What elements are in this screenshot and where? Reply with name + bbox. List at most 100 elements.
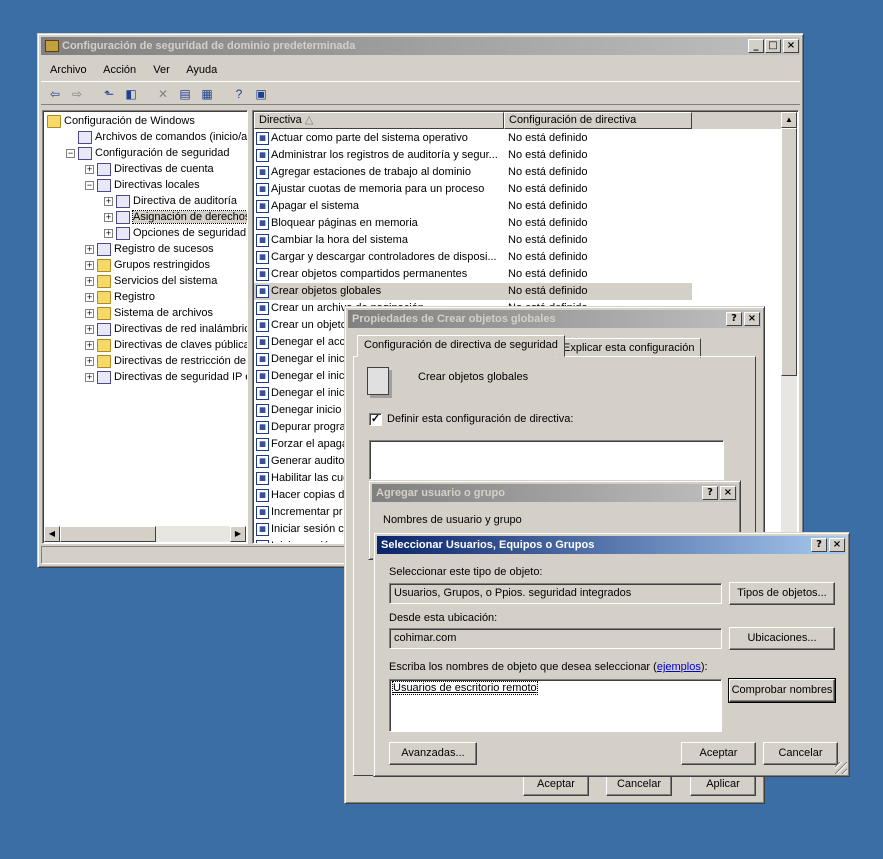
- policy-row[interactable]: ▦ Crear objetos compartidos permanentes No…: [254, 266, 774, 283]
- expand-icon[interactable]: +: [104, 212, 113, 222]
- check-names-button[interactable]: Comprobar nombres: [728, 678, 836, 703]
- tree-item[interactable]: − Configuración de seguridad: [47, 145, 247, 161]
- tab-config[interactable]: Configuración de directiva de seguridad: [357, 335, 565, 357]
- collapse-icon[interactable]: −: [66, 148, 75, 158]
- expand-icon[interactable]: +: [85, 340, 94, 350]
- help-icon[interactable]: ?: [229, 84, 249, 104]
- scroll-left-icon[interactable]: ◀: [44, 526, 60, 542]
- policy-cell: ▦ Bloquear páginas en memoria: [256, 215, 506, 232]
- tree-item[interactable]: + Asignación de derechos c: [47, 209, 247, 225]
- policy-row[interactable]: ▦ Apagar el sistema No está definido: [254, 198, 774, 215]
- expand-icon[interactable]: +: [85, 324, 94, 334]
- tree-item[interactable]: + Directivas de seguridad IP en: [47, 369, 247, 385]
- policy-row[interactable]: ▦ Actuar como parte del sistema operativo…: [254, 130, 774, 147]
- forward-icon[interactable]: ⇨: [67, 84, 87, 104]
- expand-icon[interactable]: +: [85, 260, 94, 270]
- expand-icon[interactable]: +: [85, 244, 94, 254]
- tree-item[interactable]: + Sistema de archivos: [47, 305, 247, 321]
- tree-item[interactable]: + Opciones de seguridad: [47, 225, 247, 241]
- tab-explain[interactable]: Explicar esta configuración: [556, 338, 702, 358]
- collapse-icon[interactable]: −: [85, 180, 94, 190]
- properties-icon[interactable]: ▤: [175, 84, 195, 104]
- select-ok-button[interactable]: Aceptar: [681, 742, 756, 765]
- policy-row[interactable]: ▦ Administrar los registros de auditoría …: [254, 147, 774, 164]
- tree-item[interactable]: + Directiva de auditoría: [47, 193, 247, 209]
- main-title-bar[interactable]: Configuración de seguridad de dominio pr…: [41, 37, 800, 55]
- delete-icon[interactable]: ✕: [153, 84, 173, 104]
- expand-icon[interactable]: +: [85, 308, 94, 318]
- expand-icon[interactable]: +: [85, 372, 94, 382]
- expand-icon[interactable]: +: [85, 292, 94, 302]
- tree-item[interactable]: + Registro: [47, 289, 247, 305]
- policy-right-icon: ▦: [256, 369, 269, 383]
- select-cancel-button[interactable]: Cancelar: [763, 742, 838, 765]
- tree-item[interactable]: + Directivas de claves públicas: [47, 337, 247, 353]
- col-directiva[interactable]: Directiva △: [254, 112, 504, 129]
- policy-name: Actuar como parte del sistema operativo: [271, 132, 468, 144]
- expand-icon[interactable]: +: [104, 228, 113, 238]
- tree-item[interactable]: + Directivas de restricción de so: [47, 353, 247, 369]
- expand-icon[interactable]: +: [85, 164, 94, 174]
- menu-archivo[interactable]: Archivo: [50, 64, 87, 76]
- tree-item[interactable]: + Directivas de cuenta: [47, 161, 247, 177]
- members-list[interactable]: [369, 440, 724, 480]
- add-help-button[interactable]: ?: [702, 486, 718, 500]
- policy-row[interactable]: ▦ Cambiar la hora del sistema No está defi…: [254, 232, 774, 249]
- add-close-button[interactable]: ×: [720, 486, 736, 500]
- scroll-up-icon[interactable]: ▲: [781, 112, 797, 128]
- select-close-button[interactable]: ×: [829, 538, 845, 552]
- tree-pane[interactable]: Configuración de Windows Archivos de coma…: [42, 110, 248, 544]
- select-help-button[interactable]: ?: [811, 538, 827, 552]
- expand-icon[interactable]: +: [85, 356, 94, 366]
- policy-row[interactable]: ▦ Bloquear páginas en memoria No está defi…: [254, 215, 774, 232]
- policy-right-icon: ▦: [256, 471, 269, 485]
- tree-h-scrollbar[interactable]: ◀ ▶: [44, 526, 246, 542]
- export-icon[interactable]: ▦: [197, 84, 217, 104]
- tree-item[interactable]: + Registro de sucesos: [47, 241, 247, 257]
- define-checkbox[interactable]: ✓: [369, 413, 382, 426]
- tree-item[interactable]: Configuración de Windows: [47, 113, 247, 129]
- names-input[interactable]: Usuarios de escritorio remoto: [389, 679, 722, 732]
- location-field: cohimar.com: [389, 628, 722, 649]
- expand-icon[interactable]: +: [85, 276, 94, 286]
- properties-title-bar[interactable]: Propiedades de Crear objetos globales ? …: [348, 310, 761, 328]
- policy-right-icon: ▦: [256, 301, 269, 315]
- col-config[interactable]: Configuración de directiva: [504, 112, 692, 129]
- select-title-bar[interactable]: Seleccionar Usuarios, Equipos o Grupos ?…: [377, 536, 846, 554]
- tree-item[interactable]: + Servicios del sistema: [47, 273, 247, 289]
- menu-accion[interactable]: Acción: [103, 64, 136, 76]
- object-types-button[interactable]: Tipos de objetos...: [729, 582, 835, 605]
- maximize-button[interactable]: □: [765, 39, 781, 53]
- scroll-right-icon[interactable]: ▶: [230, 526, 246, 542]
- menu-ayuda[interactable]: Ayuda: [186, 64, 217, 76]
- tree-item[interactable]: Archivos de comandos (inicio/apa: [47, 129, 247, 145]
- expand-icon[interactable]: +: [104, 196, 113, 206]
- properties-close-button[interactable]: ×: [744, 312, 760, 326]
- up-folder-icon[interactable]: ⬑: [99, 84, 119, 104]
- examples-link[interactable]: ejemplos: [657, 661, 701, 673]
- show-tree-icon[interactable]: ◧: [121, 84, 141, 104]
- tree-item[interactable]: + Grupos restringidos: [47, 257, 247, 273]
- locations-button[interactable]: Ubicaciones...: [729, 627, 835, 650]
- tree-item[interactable]: − Directivas locales: [47, 177, 247, 193]
- back-icon[interactable]: ⇦: [45, 84, 65, 104]
- console-icon[interactable]: ▣: [251, 84, 271, 104]
- minimize-button[interactable]: _: [748, 39, 764, 53]
- add-title-bar[interactable]: Agregar usuario o grupo ? ×: [372, 484, 737, 502]
- menu-ver[interactable]: Ver: [153, 64, 170, 76]
- policy-row[interactable]: ▦ Agregar estaciones de trabajo al domini…: [254, 164, 774, 181]
- tree-item[interactable]: + Directivas de red inalámbrica: [47, 321, 247, 337]
- properties-help-button[interactable]: ?: [726, 312, 742, 326]
- policy-row[interactable]: ▦ Crear objetos globales No está definido: [254, 283, 692, 300]
- define-label[interactable]: Definir esta configuración de directiva:: [387, 413, 573, 425]
- list-v-thumb[interactable]: [781, 128, 797, 376]
- names-label: Escriba los nombres de objeto que desea …: [389, 661, 708, 673]
- advanced-button[interactable]: Avanzadas...: [389, 742, 477, 765]
- policy-row[interactable]: ▦ Cargar y descargar controladores de dis…: [254, 249, 774, 266]
- tree-h-thumb[interactable]: [60, 526, 156, 542]
- resize-grip-icon[interactable]: [835, 762, 847, 774]
- close-button[interactable]: ×: [783, 39, 799, 53]
- list-v-scrollbar[interactable]: ▲: [781, 112, 797, 542]
- policy-name: Apagar el sistema: [271, 200, 360, 212]
- policy-row[interactable]: ▦ Ajustar cuotas de memoria para un proce…: [254, 181, 774, 198]
